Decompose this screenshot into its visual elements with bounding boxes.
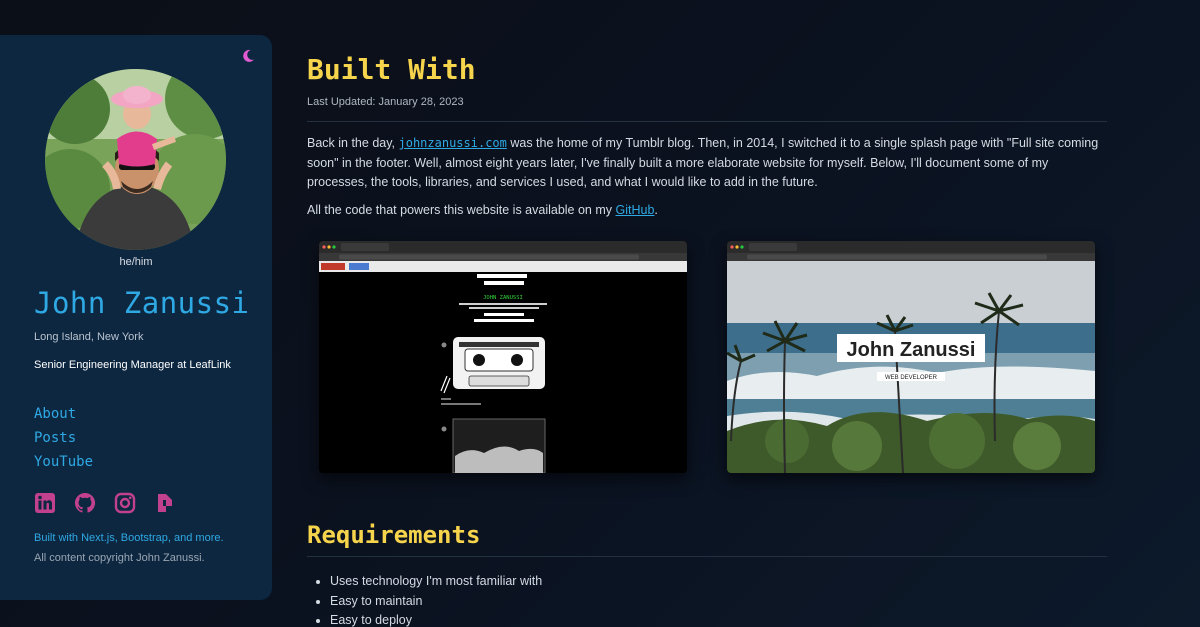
instagram-icon[interactable] (114, 492, 136, 514)
sidebar-nav: About Posts YouTube (34, 405, 93, 471)
code-paragraph: All the code that powers this website is… (307, 203, 658, 217)
requirements-heading: Requirements (307, 521, 481, 549)
moon-icon[interactable] (240, 48, 256, 64)
list-item: Uses technology I'm most familiar with (330, 572, 542, 592)
old-site-heading: JOHN ZANUSSI (483, 295, 523, 301)
page-title: Built With (307, 53, 476, 86)
last-updated: Last Updated: January 28, 2023 (307, 96, 464, 108)
profile-name: John Zanussi (34, 286, 250, 320)
code-text: All the code that powers this website is… (307, 203, 616, 217)
location: Long Island, New York (34, 331, 144, 343)
github-link[interactable]: GitHub (616, 203, 655, 217)
divider (307, 121, 1107, 122)
intro-text-start: Back in the day, (307, 136, 399, 150)
list-item: Easy to deploy (330, 611, 542, 627)
requirements-list: Uses technology I'm most familiar with E… (330, 572, 542, 627)
nav-posts[interactable]: Posts (34, 429, 93, 447)
job-title: Senior Engineering Manager at LeafLink (34, 359, 231, 371)
social-links (34, 492, 176, 514)
copyright: All content copyright John Zanussi. (34, 552, 205, 564)
linkedin-icon[interactable] (34, 492, 56, 514)
divider (307, 556, 1107, 557)
avatar (45, 69, 226, 250)
splash-subtitle: WEB DEVELOPER (885, 375, 938, 381)
github-icon[interactable] (74, 492, 96, 514)
nav-youtube[interactable]: YouTube (34, 453, 93, 471)
list-item: Easy to maintain (330, 592, 542, 612)
nav-about[interactable]: About (34, 405, 93, 423)
splash-name: John Zanussi (847, 339, 976, 361)
built-with-link[interactable]: Built with Next.js, Bootstrap, and more. (34, 532, 224, 544)
screenshot-old-tumblr: JOHN ZANUSSI (319, 241, 687, 473)
site-link[interactable]: johnzanussi.com (399, 136, 507, 150)
sidebar: he/him John Zanussi Long Island, New Yor… (0, 35, 272, 600)
screenshot-splash-page: John Zanussi WEB DEVELOPER (727, 241, 1095, 473)
pronouns: he/him (119, 256, 153, 268)
code-text-end: . (654, 203, 658, 217)
polywork-icon[interactable] (154, 492, 176, 514)
intro-paragraph: Back in the day, johnzanussi.com was the… (307, 134, 1107, 193)
